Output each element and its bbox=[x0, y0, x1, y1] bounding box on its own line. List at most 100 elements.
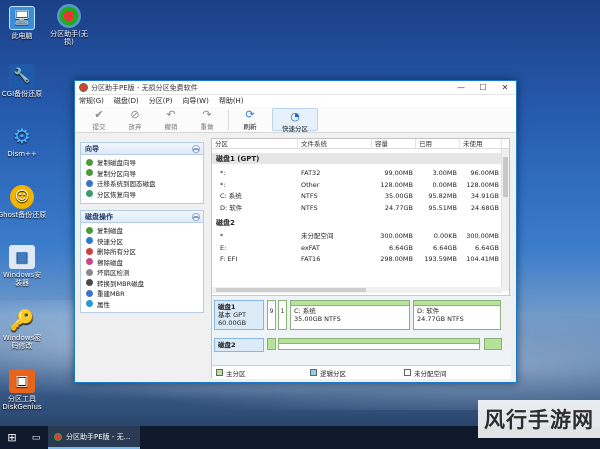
desktop-icon-cgi[interactable]: 🔧 CGI备份还原 bbox=[0, 64, 52, 98]
diskgenius-icon: ▣ bbox=[9, 369, 35, 393]
menu-wizard[interactable]: 向导(W) bbox=[182, 96, 208, 106]
left-sidebar: 向导 ︽ 复制磁盘向导 复制分区向导 迁移系统到固态磁盘 分区恢复向导 磁盘操作… bbox=[80, 142, 204, 319]
disk-operations-header[interactable]: 磁盘操作 ︽ bbox=[81, 211, 203, 223]
title-bar[interactable]: 分区助手PE版 - 无损分区免费软件 — ☐ ✕ bbox=[75, 81, 516, 95]
computer-icon: 🖥 bbox=[9, 6, 35, 30]
legend-swatch bbox=[404, 369, 411, 376]
watermark: 风行手游网 bbox=[478, 400, 600, 438]
checkmark-icon: ✔ bbox=[94, 107, 104, 121]
menu-partition[interactable]: 分区(P) bbox=[149, 96, 173, 106]
rebuild-icon bbox=[86, 289, 93, 297]
usage-bar bbox=[414, 301, 500, 306]
refresh-icon: ⟳ bbox=[245, 107, 255, 121]
partition-block-small-1[interactable]: 9 bbox=[267, 300, 276, 330]
quick-partition-button[interactable]: ◔ 快速分区 bbox=[272, 108, 318, 133]
col-unused[interactable]: 未使用 bbox=[460, 139, 502, 148]
menu-disk[interactable]: 磁盘(D) bbox=[114, 96, 139, 106]
discard-icon: ⊘ bbox=[130, 107, 140, 121]
map-scrollbar[interactable] bbox=[503, 298, 510, 350]
close-button[interactable]: ✕ bbox=[494, 81, 516, 95]
op-bad-sector-check[interactable]: 坏扇区检测 bbox=[81, 267, 203, 278]
cgi-backup-icon: 🔧 bbox=[9, 64, 35, 88]
check-icon bbox=[86, 268, 93, 276]
wizard-item-copy-disk[interactable]: 复制磁盘向导 bbox=[81, 157, 203, 168]
redo-icon: ↷ bbox=[202, 107, 212, 121]
scrollbar-thumb[interactable] bbox=[216, 288, 366, 292]
collapse-icon[interactable]: ︽ bbox=[192, 145, 200, 153]
col-capacity[interactable]: 容量 bbox=[372, 139, 416, 148]
op-quick-partition[interactable]: 快速分区 bbox=[81, 236, 203, 247]
desktop-icon-windows-installer[interactable]: ▤ Windows安装器 bbox=[0, 245, 52, 287]
collapse-icon[interactable]: ︽ bbox=[192, 213, 200, 221]
table-row[interactable]: *: Other 128.00MB 0.00MB 128.00MB bbox=[212, 180, 509, 192]
desktop-icon-partition-assistant[interactable]: 分区助手(无损) bbox=[39, 4, 99, 46]
copy-partition-icon bbox=[86, 169, 93, 177]
partition-block-small-2[interactable]: 1 bbox=[278, 300, 287, 330]
col-used[interactable]: 已用 bbox=[416, 139, 460, 148]
table-row[interactable]: F: EFI FAT16 298.00MB 193.59MB 104.41MB bbox=[212, 254, 509, 266]
wizard-panel-header[interactable]: 向导 ︽ bbox=[81, 143, 203, 155]
menu-general[interactable]: 常规(G) bbox=[79, 96, 104, 106]
op-rebuild-mbr[interactable]: 重建MBR bbox=[81, 288, 203, 299]
disk2-partition-1[interactable] bbox=[267, 338, 276, 350]
op-delete-all-partitions[interactable]: 删除所有分区 bbox=[81, 246, 203, 257]
desktop-icon-ghost[interactable]: ☺ Ghost备份还原 bbox=[0, 185, 52, 219]
table-row[interactable]: *: FAT32 99.00MB 3.00MB 96.00MB bbox=[212, 168, 509, 180]
desktop-icon-dism[interactable]: ⚙ Dism++ bbox=[0, 124, 52, 158]
disk1-card[interactable]: 磁盘1 基本 GPT 60.00GB bbox=[214, 300, 264, 330]
disk2-card[interactable]: 磁盘2 bbox=[214, 338, 264, 352]
legend-swatch bbox=[216, 369, 223, 376]
disk2-partition-3[interactable] bbox=[484, 338, 502, 350]
migrate-icon bbox=[86, 179, 93, 187]
menu-help[interactable]: 帮助(H) bbox=[219, 96, 244, 106]
scrollbar-thumb[interactable] bbox=[503, 157, 508, 197]
partition-block-c[interactable]: C: 系统 35.00GB NTFS bbox=[290, 300, 410, 330]
convert-icon bbox=[86, 279, 93, 287]
start-button[interactable]: ⊞ bbox=[0, 426, 24, 449]
discard-button[interactable]: ⊘ 放弃 bbox=[117, 107, 153, 132]
table-row[interactable]: E: exFAT 6.64GB 6.64GB 6.64GB bbox=[212, 243, 509, 255]
op-copy-disk[interactable]: 复制磁盘 bbox=[81, 225, 203, 236]
ghost-icon: ☺ bbox=[10, 185, 34, 209]
quick-partition-icon bbox=[86, 237, 93, 245]
wizard-item-migrate-os[interactable]: 迁移系统到固态磁盘 bbox=[81, 178, 203, 189]
disk2-header[interactable]: 磁盘2 bbox=[212, 217, 509, 228]
legend: 主分区 逻辑分区 未分配空间 bbox=[212, 365, 511, 379]
minimize-button[interactable]: — bbox=[450, 81, 472, 95]
table-row[interactable]: * 未分配空间 300.00MB 0.00KB 300.00MB bbox=[212, 231, 509, 243]
col-filesystem[interactable]: 文件系统 bbox=[298, 139, 372, 148]
partition-list-panel: 分区 文件系统 容量 已用 未使用 磁盘1 (GPT) *: FAT32 99.00… bbox=[211, 138, 511, 379]
properties-icon bbox=[86, 300, 93, 308]
key-icon: 🔑 bbox=[9, 308, 35, 332]
table-row[interactable]: C: 系统 NTFS 35.00GB 95.82MB 34.91GB bbox=[212, 191, 509, 203]
desktop-icon-password[interactable]: 🔑 Windows密码修改 bbox=[0, 308, 52, 350]
menu-bar: 常规(G) 磁盘(D) 分区(P) 向导(W) 帮助(H) bbox=[75, 95, 516, 107]
refresh-button[interactable]: ⟳ 刷新 bbox=[232, 107, 268, 132]
disk1-header[interactable]: 磁盘1 (GPT) bbox=[212, 153, 509, 164]
taskbar-app-partition-assistant[interactable]: 分区助手PE版 - 无... bbox=[48, 426, 140, 449]
redo-button[interactable]: ↷ 重做 bbox=[189, 107, 225, 132]
task-view-button[interactable]: ▭ bbox=[24, 426, 48, 449]
wipe-icon bbox=[86, 258, 93, 266]
wizard-item-copy-partition[interactable]: 复制分区向导 bbox=[81, 168, 203, 179]
op-convert-mbr[interactable]: 转换到MBR磁盘 bbox=[81, 278, 203, 289]
horizontal-scrollbar[interactable] bbox=[212, 287, 503, 293]
desktop-icon-diskgenius[interactable]: ▣ 分区工具DiskGenius bbox=[0, 369, 52, 411]
vertical-scrollbar[interactable] bbox=[501, 149, 509, 291]
op-wipe-disk[interactable]: 擦除磁盘 bbox=[81, 257, 203, 268]
disk2-partition-2[interactable] bbox=[278, 338, 480, 350]
wizard-item-partition-recovery[interactable]: 分区恢复向导 bbox=[81, 189, 203, 200]
window-title: 分区助手PE版 - 无损分区免费软件 bbox=[91, 83, 198, 92]
table-row[interactable]: D: 软件 NTFS 24.77GB 95.51MB 24.68GB bbox=[212, 203, 509, 215]
op-properties[interactable]: 属性 bbox=[81, 299, 203, 310]
undo-button[interactable]: ↶ 撤销 bbox=[153, 108, 189, 132]
copy-disk-icon bbox=[86, 226, 93, 234]
partition-block-d[interactable]: D: 软件 24.77GB NTFS bbox=[413, 300, 501, 330]
wizard-panel: 向导 ︽ 复制磁盘向导 复制分区向导 迁移系统到固态磁盘 分区恢复向导 bbox=[80, 142, 204, 204]
legend-logical: 逻辑分区 bbox=[310, 368, 400, 378]
app-logo-icon bbox=[54, 432, 62, 441]
col-partition[interactable]: 分区 bbox=[212, 139, 298, 148]
task-view-icon: ▭ bbox=[31, 432, 41, 443]
commit-button[interactable]: ✔ 提交 bbox=[81, 107, 117, 132]
maximize-button[interactable]: ☐ bbox=[472, 81, 494, 95]
